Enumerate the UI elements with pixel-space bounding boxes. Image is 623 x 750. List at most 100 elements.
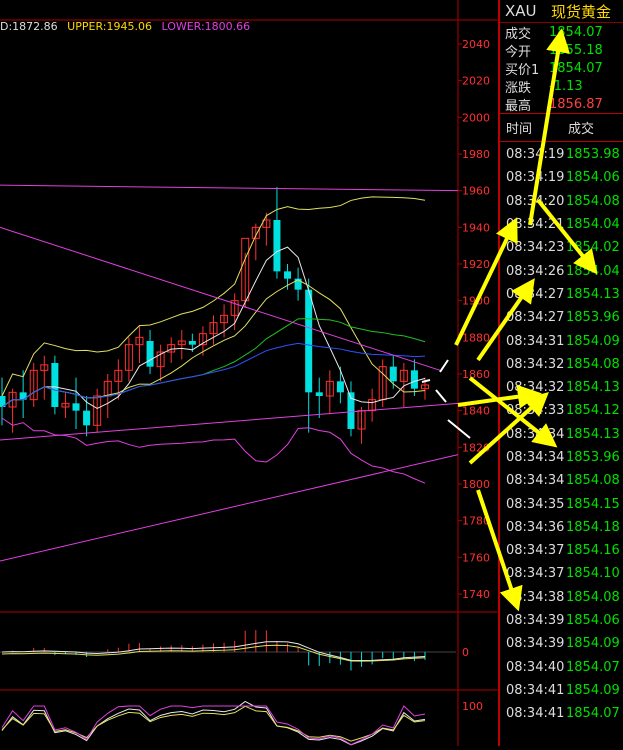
tick-time: 08:34:27 — [506, 286, 565, 302]
quote-row: 最高 1856.87 — [500, 95, 623, 114]
axis-label: 1860 — [462, 368, 490, 381]
quote-label: 涨跌 — [505, 80, 532, 96]
tick-row: 08:34:19 1853.98 — [500, 143, 623, 166]
resistance-trendline — [0, 184, 459, 192]
tick-row: 08:34:37 1854.16 — [500, 539, 623, 562]
tick-time: 08:34:34 — [506, 473, 565, 489]
candle-body — [72, 403, 80, 411]
quote-row: 买价1 1854.07 — [500, 59, 623, 78]
boll-lower-value: LOWER:1800.66 — [161, 20, 251, 33]
candle-body — [315, 392, 323, 396]
tick-time-header: 时间 — [506, 122, 533, 137]
quote-label: 买价1 — [505, 62, 540, 78]
quote-rows: 成交 1854.07 今开 1855.18 买价1 1854.07 涨跌 -1.13 最高 185… — [500, 23, 623, 114]
tick-row: 08:34:32 1854.13 — [500, 376, 623, 399]
quote-label: 成交 — [505, 26, 532, 42]
tick-time: 08:34:34 — [506, 450, 565, 465]
candle-body — [83, 410, 91, 426]
tick-row: 08:34:19 1854.06 — [500, 166, 623, 189]
quote-value: 1856.87 — [549, 96, 603, 112]
tick-time: 08:34:37 — [506, 566, 565, 582]
tick-time: 08:34:19 — [506, 170, 565, 186]
tick-price: 1854.02 — [566, 240, 620, 256]
tick-price: 1854.13 — [566, 426, 620, 442]
axis-label: 1920 — [462, 258, 490, 271]
kdj-d-line — [1, 705, 426, 742]
tick-time: 08:34:37 — [506, 543, 565, 559]
tick-price: 1854.08 — [566, 193, 620, 209]
tick-row: 08:34:41 1854.09 — [500, 679, 623, 702]
kdj-axis-label: 100 — [462, 700, 483, 713]
tick-row: 08:34:33 1854.12 — [500, 399, 623, 422]
tick-row: 08:34:37 1854.10 — [500, 562, 623, 585]
axis-label: 1900 — [462, 295, 490, 308]
axis-label: 2000 — [462, 111, 490, 124]
tick-time: 08:34:39 — [506, 613, 565, 629]
tick-price: 1854.10 — [566, 566, 620, 582]
support-trendline — [0, 402, 459, 441]
tick-time: 08:34:36 — [506, 519, 565, 535]
quote-label: 最高 — [505, 98, 532, 114]
quote-value: -1.13 — [549, 78, 583, 94]
tick-price: 1854.04 — [566, 263, 620, 279]
candle-body — [284, 271, 292, 279]
quote-value: 1854.07 — [549, 60, 603, 76]
axis-label: 1820 — [462, 441, 490, 454]
tick-price: 1854.16 — [566, 543, 620, 559]
tick-time: 08:34:31 — [506, 333, 565, 349]
tick-row: 08:34:34 1854.13 — [500, 423, 623, 446]
tick-time: 08:34:19 — [506, 147, 565, 163]
candle-body — [146, 341, 154, 367]
quote-value: 1855.18 — [549, 42, 603, 58]
tick-time: 08:34:26 — [506, 263, 565, 279]
tick-row: 08:34:39 1854.06 — [500, 609, 623, 632]
tick-price: 1854.12 — [566, 403, 620, 419]
tick-time: 08:34:35 — [506, 496, 565, 512]
axis-label: 1780 — [462, 515, 490, 528]
lower-channel-line — [0, 454, 459, 562]
candle-body — [336, 381, 344, 393]
candlestick-chart-area[interactable]: 2040 2020 2000 1980 1960 1940 1920 1900 1880 1860… — [0, 0, 498, 746]
tick-row: 08:34:39 1854.09 — [500, 632, 623, 655]
candle-body — [389, 366, 397, 382]
tick-price: 1854.08 — [566, 589, 620, 605]
tick-price: 1854.18 — [566, 519, 620, 535]
symbol-code: XAU — [505, 2, 537, 20]
tick-row: 08:34:23 1854.02 — [500, 236, 623, 259]
candle-body — [305, 289, 313, 393]
tick-price: 1854.06 — [566, 170, 620, 186]
tick-time: 08:34:33 — [506, 403, 565, 419]
quote-row: 涨跌 -1.13 — [500, 77, 623, 96]
tick-price: 1853.96 — [566, 450, 620, 465]
tick-time: 08:34:40 — [506, 659, 565, 675]
quote-row: 今开 1855.18 — [500, 41, 623, 60]
axis-label: 1960 — [462, 185, 490, 198]
candle-body — [188, 341, 196, 345]
tick-row: 08:34:21 1854.04 — [500, 213, 623, 236]
tick-time: 08:34:41 — [506, 682, 565, 698]
tick-price: 1854.15 — [566, 496, 620, 512]
tick-time: 08:34:34 — [506, 426, 565, 442]
boll-mid-value: D:1872.86 — [0, 20, 58, 33]
boll-upper-value: UPPER:1945.06 — [67, 20, 152, 33]
tick-row: 08:34:32 1854.08 — [500, 353, 623, 376]
tick-price: 1853.98 — [566, 147, 620, 163]
tick-price-header: 成交 — [568, 122, 595, 137]
tick-price: 1854.13 — [566, 380, 620, 396]
tick-time: 08:34:41 — [506, 706, 565, 722]
tick-time: 08:34:20 — [506, 193, 565, 209]
axis-label: 1740 — [462, 588, 490, 601]
kdj-j-line — [1, 705, 426, 746]
tick-price: 1854.04 — [566, 217, 620, 233]
tick-price: 1854.13 — [566, 286, 620, 302]
quote-row: 成交 1854.07 — [500, 23, 623, 42]
axis-label: 1840 — [462, 405, 490, 418]
tick-row: 08:34:26 1854.04 — [500, 259, 623, 282]
candle-body — [273, 220, 281, 272]
tick-list[interactable]: 08:34:19 1853.98 08:34:19 1854.06 08:34:20 18… — [500, 143, 623, 725]
quote-header: XAU 现货黄金 — [500, 0, 623, 23]
tick-price: 1854.09 — [566, 682, 620, 698]
tick-time: 08:34:21 — [506, 217, 565, 233]
tick-price: 1854.09 — [566, 333, 620, 349]
tick-row: 08:34:41 1854.07 — [500, 702, 623, 725]
